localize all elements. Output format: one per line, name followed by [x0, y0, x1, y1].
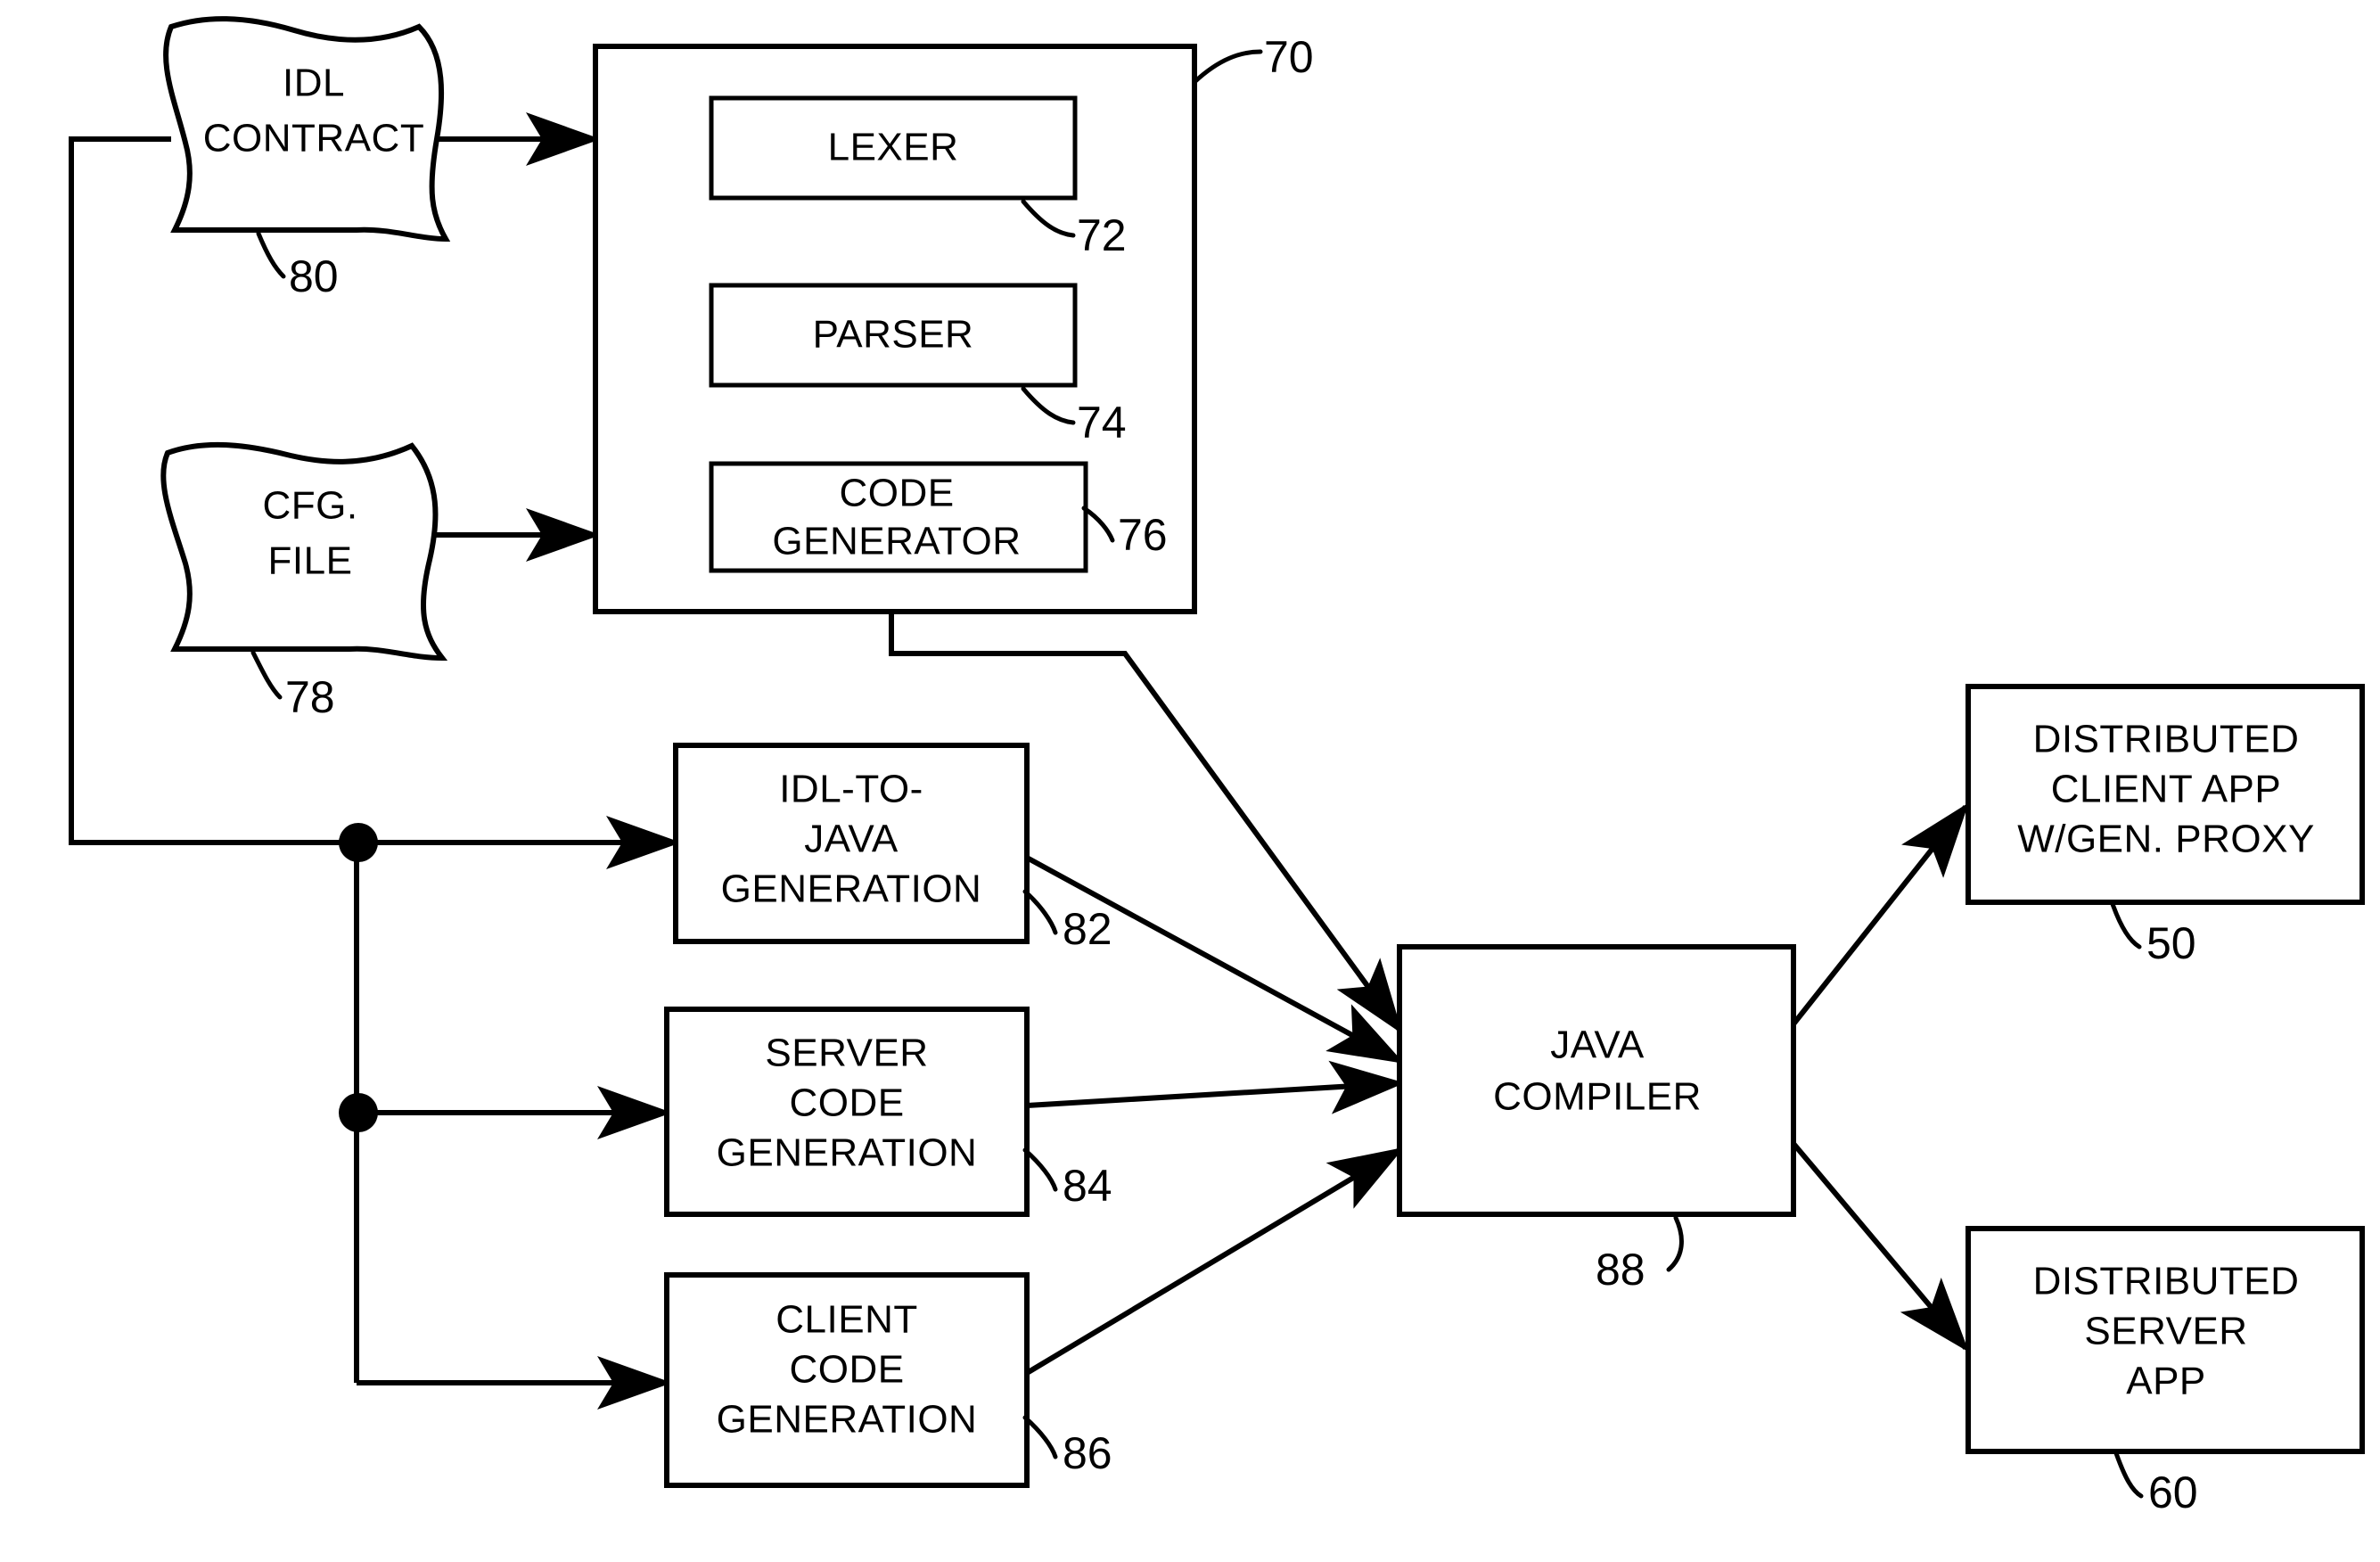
code-generator-label-line2: GENERATOR — [772, 520, 1021, 563]
compiler-container-ref: 70 — [1264, 32, 1314, 82]
client-code-generation-label-line2: CODE — [789, 1348, 904, 1392]
java-compiler-label-line2: COMPILER — [1493, 1075, 1702, 1119]
idl-to-java-generation-label-line3: GENERATION — [721, 867, 982, 911]
edge-java-compiler-to-distributed-client-app — [1783, 802, 1969, 1036]
client-code-generation-label-line1: CLIENT — [776, 1298, 917, 1342]
figure-canvas: IDL CONTRACT 80 CFG. FILE 78 70 LEXER 72… — [0, 0, 2380, 1562]
distributed-client-app-ref: 50 — [2146, 918, 2196, 968]
distributed-server-app-label-line2: SERVER — [2084, 1310, 2247, 1353]
junction-dot-upper — [339, 823, 378, 862]
junction-dot-lower — [339, 1093, 378, 1132]
java-compiler-ref: 88 — [1596, 1245, 1645, 1295]
server-code-generation-label-line1: SERVER — [765, 1032, 928, 1075]
distributed-server-app-label-line3: APP — [2126, 1360, 2206, 1403]
distributed-client-app-label-line2: CLIENT APP — [2051, 768, 2282, 811]
cfg-file-leader — [250, 650, 283, 700]
idl-contract-label-line2: CONTRACT — [203, 117, 424, 160]
distributed-server-app-ref: 60 — [2148, 1467, 2198, 1517]
edge-java-compiler-to-distributed-server-app — [1783, 1132, 1969, 1352]
parser-label: PARSER — [813, 313, 974, 357]
parser-ref: 74 — [1077, 398, 1127, 448]
compiler-container-leader — [1192, 49, 1263, 85]
idl-to-java-generation-label-line1: IDL-TO- — [779, 768, 923, 811]
distributed-client-app-label-line1: DISTRIBUTED — [2033, 718, 2300, 761]
idl-to-java-generation-leader — [1022, 889, 1058, 935]
client-code-generation-label-line3: GENERATION — [717, 1398, 978, 1442]
client-code-generation-ref: 86 — [1063, 1428, 1112, 1478]
code-generator-ref: 76 — [1118, 510, 1168, 560]
code-generator-label-line1: CODE — [839, 472, 954, 515]
cfg-file-label-line1: CFG. — [262, 484, 357, 528]
distributed-server-app-label-line1: DISTRIBUTED — [2033, 1260, 2300, 1303]
patent-diagram: IDL CONTRACT 80 CFG. FILE 78 70 LEXER 72… — [69, 16, 2365, 1517]
idl-to-java-generation-ref: 82 — [1063, 904, 1112, 954]
java-compiler-leader — [1666, 1215, 1684, 1272]
distributed-client-app-leader — [2110, 901, 2142, 950]
idl-contract-leader — [256, 231, 286, 279]
cfg-file-label-line2: FILE — [268, 539, 353, 583]
server-code-generation-ref: 84 — [1063, 1161, 1112, 1211]
edge-idl-to-java-generation-to-java-compiler — [1025, 855, 1405, 1064]
server-code-generation-label-line2: CODE — [789, 1081, 904, 1125]
java-compiler-label-line1: JAVA — [1550, 1024, 1645, 1067]
server-code-generation-label-line3: GENERATION — [717, 1131, 978, 1175]
server-code-generation-leader — [1022, 1147, 1058, 1192]
lexer-ref: 72 — [1077, 210, 1127, 260]
idl-to-java-generation-label-line2: JAVA — [804, 818, 899, 861]
cfg-file-ref: 78 — [285, 672, 335, 722]
edge-server-code-generation-to-java-compiler — [1026, 1060, 1405, 1114]
distributed-server-app-leader — [2113, 1451, 2144, 1499]
lexer-label: LEXER — [828, 126, 959, 169]
idl-contract-ref: 80 — [289, 251, 339, 301]
distributed-client-app-label-line3: W/GEN. PROXY — [2017, 818, 2315, 861]
idl-contract-label-line1: IDL — [283, 62, 345, 105]
client-code-generation-leader — [1022, 1415, 1058, 1459]
